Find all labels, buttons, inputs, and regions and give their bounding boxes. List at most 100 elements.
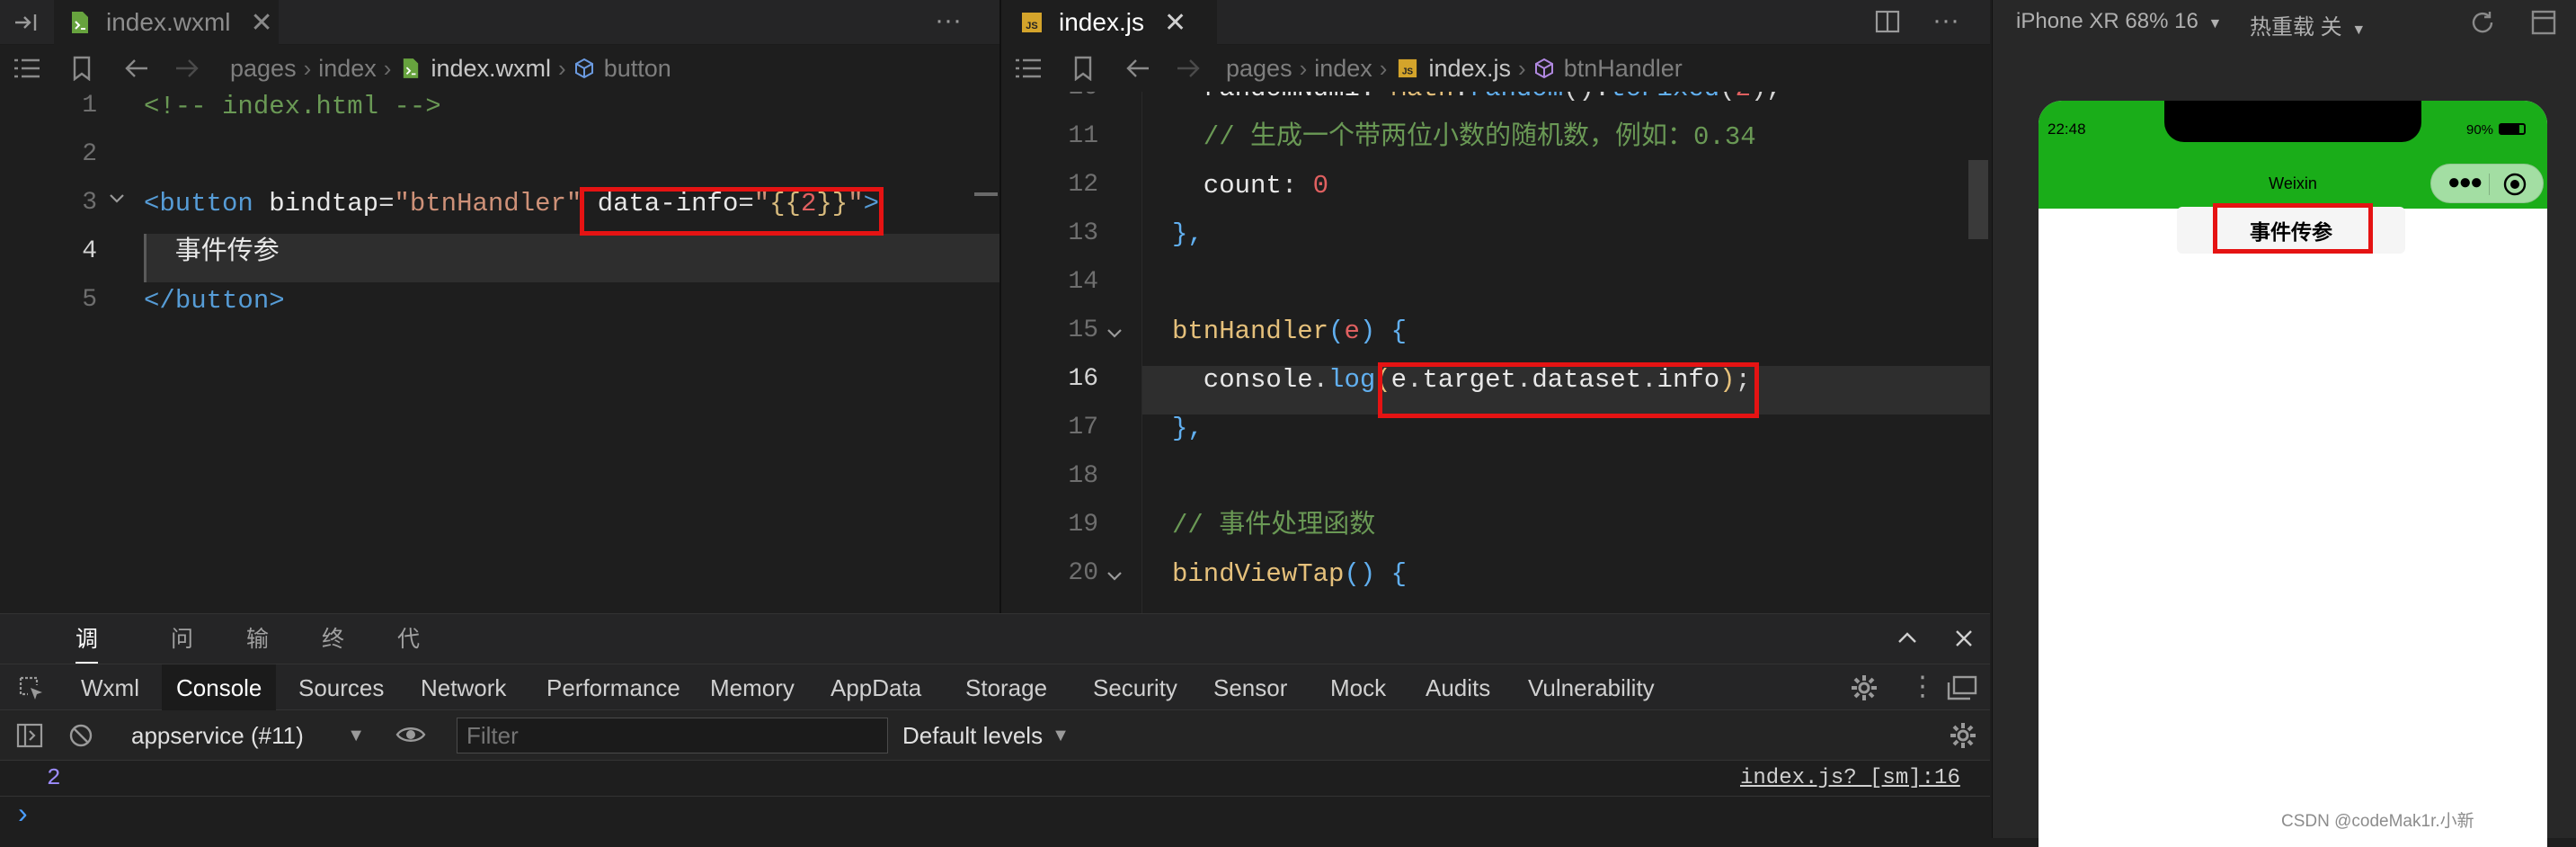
line-number: 5: [82, 286, 97, 314]
log-source-link[interactable]: index.js? [sm]:16: [1740, 766, 1960, 790]
left-code-area[interactable]: 1 <!-- index.html --> 2 3 <button bindtap="b…: [0, 92, 999, 613]
bookmark-icon[interactable]: [1073, 56, 1093, 81]
console-log-row: 2 index.js? [sm]:16: [0, 761, 1990, 797]
devtools-tab-console[interactable]: Console: [162, 664, 277, 711]
devtools-tab-vulnerability[interactable]: Vulnerability: [1514, 664, 1669, 711]
highlight-box: [580, 187, 884, 236]
caret-down-icon: ▼: [2351, 22, 2367, 38]
breadcrumb-item[interactable]: index.js: [1428, 55, 1511, 83]
code-token: ) {: [1359, 317, 1408, 346]
minimap-marker: [974, 192, 998, 196]
devtools-tab-sensor[interactable]: Sensor: [1199, 664, 1301, 711]
forward-arrow-icon[interactable]: [1176, 58, 1201, 79]
devtools-tab-performance[interactable]: Performance: [532, 664, 695, 711]
code-token: 0: [1312, 171, 1329, 201]
panel-tab[interactable]: 终端: [322, 614, 344, 702]
watermark: CSDN @codeMak1r.小新: [2281, 812, 2474, 831]
split-editor-icon[interactable]: [1875, 9, 1900, 34]
tab-index-wxml[interactable]: index.wxml ✕: [54, 0, 279, 45]
chevron-right-icon: ›: [1299, 54, 1308, 82]
chevron-right-icon: ›: [1518, 54, 1526, 82]
line-number: 15: [1068, 317, 1098, 344]
tab-index-js[interactable]: JS index.js ✕: [1001, 0, 1217, 45]
devtools-tab-wxml[interactable]: Wxml: [67, 664, 154, 711]
device-select[interactable]: iPhone XR 68% 16 ▼: [2016, 9, 2222, 34]
panel-tab[interactable]: 代码质量: [397, 614, 420, 803]
more-vertical-icon[interactable]: ⋮: [1909, 672, 1936, 702]
line-number: 13: [1068, 219, 1098, 247]
back-arrow-icon[interactable]: [124, 58, 149, 79]
panel-tab[interactable]: 输出: [246, 614, 269, 702]
close-icon[interactable]: ✕: [250, 7, 272, 39]
breadcrumb-item[interactable]: index: [318, 55, 377, 83]
chevron-up-icon[interactable]: [1896, 630, 1918, 645]
back-arrow-icon[interactable]: [1125, 58, 1150, 79]
filter-input[interactable]: [457, 718, 888, 753]
more-icon[interactable]: ···: [1932, 5, 1959, 36]
refresh-icon[interactable]: [2469, 9, 2496, 36]
code-token: },: [1172, 414, 1204, 443]
sidebar-toggle-icon[interactable]: [16, 723, 43, 748]
dock-icon[interactable]: [1947, 675, 1977, 700]
popout-icon[interactable]: [2530, 9, 2557, 36]
right-tab-bar: JS index.js ✕ ···: [1001, 0, 1990, 45]
breadcrumb-item[interactable]: btnHandler: [1564, 55, 1683, 83]
code-token: // 事件处理函数: [1172, 511, 1376, 540]
code-token: console: [1172, 365, 1313, 395]
close-icon[interactable]: [1954, 629, 1974, 648]
code-token: </: [144, 286, 175, 316]
hot-reload-select[interactable]: 热重载 关 ▼: [2250, 9, 2366, 40]
js-file-icon: JS: [1021, 12, 1043, 33]
code-token: (: [1328, 317, 1345, 346]
devtools-tab-network[interactable]: Network: [406, 664, 520, 711]
devtools-tab-mock[interactable]: Mock: [1316, 664, 1400, 711]
context-select[interactable]: appservice (#11) ▼: [131, 719, 365, 752]
devtools-tab-storage[interactable]: Storage: [951, 664, 1061, 711]
line-number: 11: [1068, 122, 1098, 150]
devtools-tab-sources[interactable]: Sources: [284, 664, 398, 711]
console-output[interactable]: 2 index.js? [sm]:16 ›: [0, 761, 1990, 838]
eye-icon[interactable]: [395, 725, 426, 744]
fold-chevron-icon[interactable]: [1106, 327, 1124, 340]
devtools-tab-appdata[interactable]: AppData: [816, 664, 936, 711]
breadcrumb-item[interactable]: index.wxml: [431, 55, 551, 83]
panel-tab[interactable]: 问题: [171, 614, 193, 702]
devtools-tab-audits[interactable]: Audits: [1411, 664, 1505, 711]
fold-chevron-icon[interactable]: [1106, 570, 1124, 583]
vertical-scrollbar[interactable]: [1968, 160, 1988, 239]
code-token: bindtap: [253, 189, 379, 218]
breadcrumb-item[interactable]: pages: [1226, 55, 1292, 83]
clear-console-icon[interactable]: [68, 723, 93, 748]
code-line: 事件传参: [144, 228, 280, 277]
close-icon[interactable]: ✕: [1164, 7, 1186, 39]
more-icon[interactable]: ···: [935, 5, 962, 36]
devtools-tab-memory[interactable]: Memory: [696, 664, 809, 711]
levels-select[interactable]: Default levels ▼: [902, 718, 1070, 753]
more-dots-icon[interactable]: ●●●: [2447, 172, 2483, 193]
forward-arrow-icon[interactable]: [174, 58, 200, 79]
console-toolbar: appservice (#11) ▼ Default levels ▼: [0, 710, 1990, 761]
gear-icon[interactable]: [1949, 721, 1977, 750]
console-prompt[interactable]: ›: [18, 797, 28, 830]
breadcrumb-item[interactable]: pages: [230, 55, 297, 83]
record-circle-icon[interactable]: [2503, 173, 2527, 196]
code-token: button: [159, 189, 253, 218]
capsule-button[interactable]: ●●●: [2430, 164, 2544, 203]
list-icon[interactable]: [13, 57, 41, 80]
collapse-sidebar-icon[interactable]: [13, 11, 40, 34]
panel-tab[interactable]: 调试器: [76, 614, 99, 753]
code-line: // 生成一个带两位小数的随机数，例如：0.34: [1172, 113, 1756, 162]
inspect-element-icon[interactable]: [18, 675, 45, 702]
code-token: .: [1594, 92, 1610, 103]
bookmark-icon[interactable]: [72, 56, 92, 81]
list-icon[interactable]: [1014, 57, 1043, 80]
right-code-area[interactable]: 10 randomNum1: Math.random().toFixed(2),…: [1001, 92, 1990, 613]
breadcrumb-item[interactable]: index: [1314, 55, 1372, 83]
gear-icon[interactable]: [1850, 673, 1879, 702]
fold-chevron-icon[interactable]: [108, 192, 126, 205]
code-token: bindViewTap: [1172, 559, 1345, 589]
line-number: 4: [82, 237, 97, 265]
breadcrumb-item[interactable]: button: [604, 55, 671, 83]
devtools-tab-security[interactable]: Security: [1079, 664, 1192, 711]
phone-screen[interactable]: 22:48 90% Weixin ●●● 事件传参 CSDN @codeMak1…: [2039, 101, 2547, 847]
